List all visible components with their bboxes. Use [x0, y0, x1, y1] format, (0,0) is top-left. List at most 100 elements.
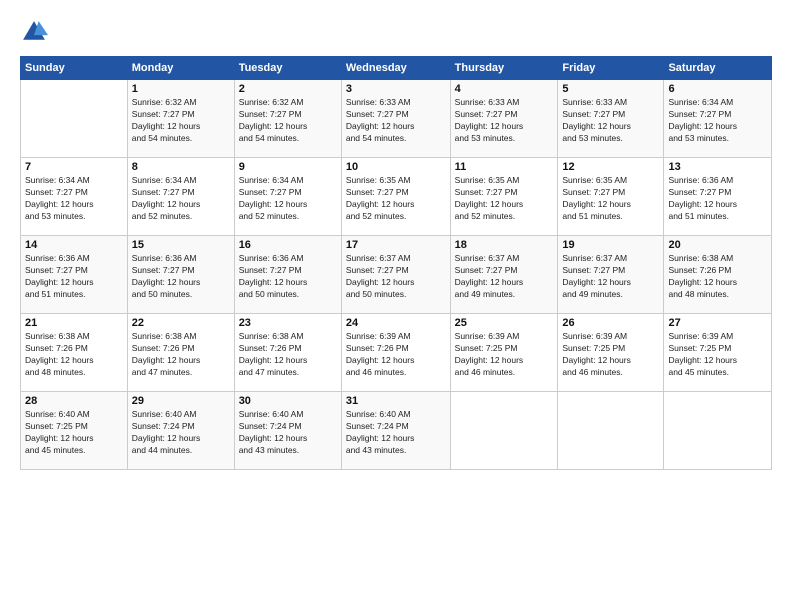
- day-number: 2: [239, 83, 337, 95]
- calendar-cell: 17 Sunrise: 6:37 AM Sunset: 7:27 PM Dayli…: [341, 236, 450, 314]
- day-info: Sunrise: 6:37 AM Sunset: 7:27 PM Dayligh…: [346, 253, 446, 301]
- calendar-cell: 20 Sunrise: 6:38 AM Sunset: 7:26 PM Dayli…: [664, 236, 772, 314]
- day-info: Sunrise: 6:35 AM Sunset: 7:27 PM Dayligh…: [562, 175, 659, 223]
- weekday-header-row: SundayMondayTuesdayWednesdayThursdayFrid…: [21, 57, 772, 80]
- day-info: Sunrise: 6:37 AM Sunset: 7:27 PM Dayligh…: [455, 253, 554, 301]
- day-number: 19: [562, 239, 659, 251]
- calendar-cell: 18Sunrise: 6:37 AM Sunset: 7:27 PM Dayli…: [450, 236, 558, 314]
- calendar-cell: 26 Sunrise: 6:39 AM Sunset: 7:25 PM Dayli…: [558, 314, 664, 392]
- day-number: 31: [346, 395, 446, 407]
- calendar-cell: [21, 80, 128, 158]
- calendar-cell: 12 Sunrise: 6:35 AM Sunset: 7:27 PM Dayli…: [558, 158, 664, 236]
- day-number: 12: [562, 161, 659, 173]
- calendar-cell: 31 Sunrise: 6:40 AM Sunset: 7:24 PM Dayli…: [341, 392, 450, 470]
- logo: [20, 18, 52, 46]
- day-number: 7: [25, 161, 123, 173]
- day-number: 30: [239, 395, 337, 407]
- day-info: Sunrise: 6:40 AM Sunset: 7:24 PM Dayligh…: [346, 409, 446, 457]
- calendar-week-row: 1Sunrise: 6:32 AM Sunset: 7:27 PM Daylig…: [21, 80, 772, 158]
- day-number: 29: [132, 395, 230, 407]
- day-number: 20: [668, 239, 767, 251]
- calendar-cell: 4 Sunrise: 6:33 AM Sunset: 7:27 PM Daylig…: [450, 80, 558, 158]
- logo-icon: [20, 18, 48, 46]
- day-info: Sunrise: 6:39 AM Sunset: 7:26 PM Dayligh…: [346, 331, 446, 379]
- calendar-cell: [450, 392, 558, 470]
- calendar-cell: 23 Sunrise: 6:38 AM Sunset: 7:26 PM Dayli…: [234, 314, 341, 392]
- day-number: 28: [25, 395, 123, 407]
- day-number: 26: [562, 317, 659, 329]
- calendar-week-row: 14 Sunrise: 6:36 AM Sunset: 7:27 PM Dayli…: [21, 236, 772, 314]
- calendar-cell: 16 Sunrise: 6:36 AM Sunset: 7:27 PM Dayli…: [234, 236, 341, 314]
- day-number: 9: [239, 161, 337, 173]
- calendar-cell: 29 Sunrise: 6:40 AM Sunset: 7:24 PM Dayli…: [127, 392, 234, 470]
- day-info: Sunrise: 6:39 AM Sunset: 7:25 PM Dayligh…: [668, 331, 767, 379]
- calendar-cell: 19 Sunrise: 6:37 AM Sunset: 7:27 PM Dayli…: [558, 236, 664, 314]
- day-info: Sunrise: 6:40 AM Sunset: 7:24 PM Dayligh…: [132, 409, 230, 457]
- day-info: Sunrise: 6:34 AM Sunset: 7:27 PM Dayligh…: [25, 175, 123, 223]
- day-info: Sunrise: 6:36 AM Sunset: 7:27 PM Dayligh…: [668, 175, 767, 223]
- page-header: [20, 18, 772, 46]
- day-number: 17: [346, 239, 446, 251]
- day-number: 13: [668, 161, 767, 173]
- day-number: 14: [25, 239, 123, 251]
- day-info: Sunrise: 6:33 AM Sunset: 7:27 PM Dayligh…: [562, 97, 659, 145]
- day-info: Sunrise: 6:39 AM Sunset: 7:25 PM Dayligh…: [562, 331, 659, 379]
- day-number: 22: [132, 317, 230, 329]
- day-info: Sunrise: 6:33 AM Sunset: 7:27 PM Dayligh…: [346, 97, 446, 145]
- calendar-cell: 27Sunrise: 6:39 AM Sunset: 7:25 PM Dayli…: [664, 314, 772, 392]
- calendar-cell: 8 Sunrise: 6:34 AM Sunset: 7:27 PM Daylig…: [127, 158, 234, 236]
- calendar-cell: 21Sunrise: 6:38 AM Sunset: 7:26 PM Dayli…: [21, 314, 128, 392]
- day-number: 15: [132, 239, 230, 251]
- calendar-week-row: 21Sunrise: 6:38 AM Sunset: 7:26 PM Dayli…: [21, 314, 772, 392]
- calendar-cell: 15 Sunrise: 6:36 AM Sunset: 7:27 PM Dayli…: [127, 236, 234, 314]
- day-number: 23: [239, 317, 337, 329]
- day-info: Sunrise: 6:40 AM Sunset: 7:24 PM Dayligh…: [239, 409, 337, 457]
- day-info: Sunrise: 6:35 AM Sunset: 7:27 PM Dayligh…: [346, 175, 446, 223]
- weekday-header: Tuesday: [234, 57, 341, 80]
- calendar-body: 1Sunrise: 6:32 AM Sunset: 7:27 PM Daylig…: [21, 80, 772, 470]
- calendar-cell: 9 Sunrise: 6:34 AM Sunset: 7:27 PM Daylig…: [234, 158, 341, 236]
- calendar-cell: 6Sunrise: 6:34 AM Sunset: 7:27 PM Daylig…: [664, 80, 772, 158]
- weekday-header: Sunday: [21, 57, 128, 80]
- day-number: 24: [346, 317, 446, 329]
- day-info: Sunrise: 6:34 AM Sunset: 7:27 PM Dayligh…: [668, 97, 767, 145]
- calendar-cell: 28 Sunrise: 6:40 AM Sunset: 7:25 PM Dayli…: [21, 392, 128, 470]
- day-info: Sunrise: 6:35 AM Sunset: 7:27 PM Dayligh…: [455, 175, 554, 223]
- calendar-cell: 24 Sunrise: 6:39 AM Sunset: 7:26 PM Dayli…: [341, 314, 450, 392]
- day-number: 10: [346, 161, 446, 173]
- day-info: Sunrise: 6:34 AM Sunset: 7:27 PM Dayligh…: [239, 175, 337, 223]
- calendar-cell: 2Sunrise: 6:32 AM Sunset: 7:27 PM Daylig…: [234, 80, 341, 158]
- day-info: Sunrise: 6:38 AM Sunset: 7:26 PM Dayligh…: [132, 331, 230, 379]
- weekday-header: Friday: [558, 57, 664, 80]
- day-info: Sunrise: 6:37 AM Sunset: 7:27 PM Dayligh…: [562, 253, 659, 301]
- calendar-cell: 5 Sunrise: 6:33 AM Sunset: 7:27 PM Daylig…: [558, 80, 664, 158]
- weekday-header: Thursday: [450, 57, 558, 80]
- day-info: Sunrise: 6:39 AM Sunset: 7:25 PM Dayligh…: [455, 331, 554, 379]
- calendar-cell: 14 Sunrise: 6:36 AM Sunset: 7:27 PM Dayli…: [21, 236, 128, 314]
- day-number: 8: [132, 161, 230, 173]
- calendar-cell: [664, 392, 772, 470]
- weekday-header: Saturday: [664, 57, 772, 80]
- day-number: 16: [239, 239, 337, 251]
- day-info: Sunrise: 6:34 AM Sunset: 7:27 PM Dayligh…: [132, 175, 230, 223]
- day-info: Sunrise: 6:40 AM Sunset: 7:25 PM Dayligh…: [25, 409, 123, 457]
- calendar-cell: 30 Sunrise: 6:40 AM Sunset: 7:24 PM Dayli…: [234, 392, 341, 470]
- day-info: Sunrise: 6:36 AM Sunset: 7:27 PM Dayligh…: [132, 253, 230, 301]
- calendar-cell: 7 Sunrise: 6:34 AM Sunset: 7:27 PM Daylig…: [21, 158, 128, 236]
- calendar-table: SundayMondayTuesdayWednesdayThursdayFrid…: [20, 56, 772, 470]
- calendar-week-row: 28 Sunrise: 6:40 AM Sunset: 7:25 PM Dayli…: [21, 392, 772, 470]
- calendar-week-row: 7 Sunrise: 6:34 AM Sunset: 7:27 PM Daylig…: [21, 158, 772, 236]
- calendar-cell: [558, 392, 664, 470]
- day-number: 5: [562, 83, 659, 95]
- day-info: Sunrise: 6:36 AM Sunset: 7:27 PM Dayligh…: [25, 253, 123, 301]
- day-number: 4: [455, 83, 554, 95]
- day-info: Sunrise: 6:36 AM Sunset: 7:27 PM Dayligh…: [239, 253, 337, 301]
- calendar-cell: 22 Sunrise: 6:38 AM Sunset: 7:26 PM Dayli…: [127, 314, 234, 392]
- calendar-cell: 13 Sunrise: 6:36 AM Sunset: 7:27 PM Dayli…: [664, 158, 772, 236]
- calendar-cell: 11Sunrise: 6:35 AM Sunset: 7:27 PM Dayli…: [450, 158, 558, 236]
- day-info: Sunrise: 6:33 AM Sunset: 7:27 PM Dayligh…: [455, 97, 554, 145]
- day-info: Sunrise: 6:38 AM Sunset: 7:26 PM Dayligh…: [668, 253, 767, 301]
- day-info: Sunrise: 6:38 AM Sunset: 7:26 PM Dayligh…: [239, 331, 337, 379]
- calendar-cell: 10 Sunrise: 6:35 AM Sunset: 7:27 PM Dayli…: [341, 158, 450, 236]
- day-info: Sunrise: 6:32 AM Sunset: 7:27 PM Dayligh…: [132, 97, 230, 145]
